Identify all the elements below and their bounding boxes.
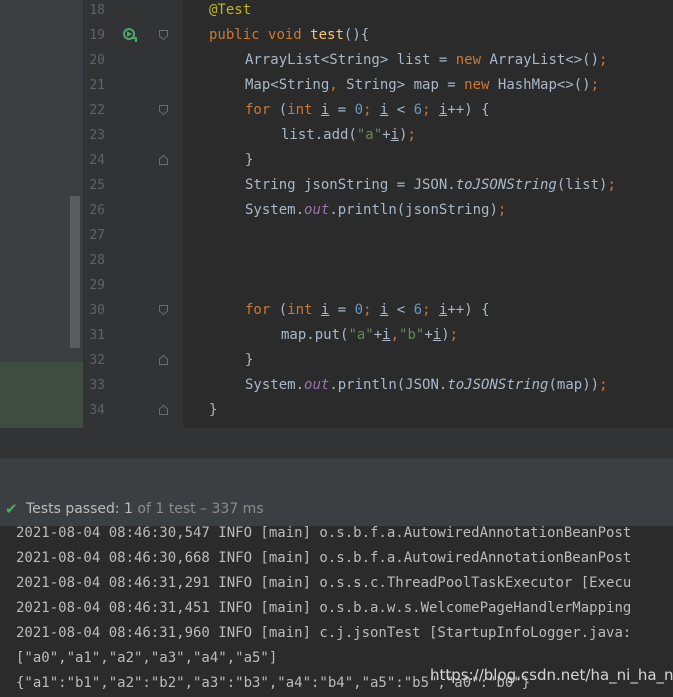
- tests-passed-count: 1: [124, 501, 133, 517]
- fold-marker-icon[interactable]: [159, 155, 168, 165]
- code-line[interactable]: 23 list.add("a"+i);: [83, 123, 673, 148]
- line-number: 29: [89, 278, 105, 293]
- line-number: 19: [89, 28, 105, 43]
- selected-file-highlight: [0, 362, 83, 438]
- fold-marker-icon[interactable]: [159, 305, 168, 315]
- code-line[interactable]: 25 String jsonString = JSON.toJSONString(…: [83, 173, 673, 198]
- code-text: ArrayList<String> list = new ArrayList<>…: [245, 52, 608, 68]
- project-panel: [0, 0, 83, 458]
- line-number: 28: [89, 253, 105, 268]
- fold-marker-icon[interactable]: [159, 405, 168, 415]
- line-number: 31: [89, 328, 105, 343]
- code-line[interactable]: 34}: [83, 398, 673, 423]
- line-number: 30: [89, 303, 105, 318]
- line-number: 23: [89, 128, 105, 143]
- code-text: }: [245, 352, 254, 368]
- line-number: 26: [89, 203, 105, 218]
- code-line[interactable]: 26 System.out.println(jsonString);: [83, 198, 673, 223]
- line-number: 20: [89, 53, 105, 68]
- run-test-icon[interactable]: [122, 27, 138, 43]
- tests-passed-label: Tests passed:: [26, 501, 125, 517]
- fold-marker-icon[interactable]: [159, 355, 168, 365]
- console-line: 2021-08-04 08:46:31,960 INFO [main] c.j.…: [16, 625, 632, 641]
- code-text: String jsonString = JSON.toJSONString(li…: [245, 177, 616, 193]
- code-line[interactable]: 32}: [83, 348, 673, 373]
- code-line[interactable]: 33 System.out.println(JSON.toJSONString(m…: [83, 373, 673, 398]
- line-number: 22: [89, 103, 105, 118]
- code-text: for (int i = 0; i < 6; i++) {: [245, 102, 490, 118]
- code-line[interactable]: 22 for (int i = 0; i < 6; i++) {: [83, 98, 673, 123]
- console-line: 2021-08-04 08:46:30,668 INFO [main] o.s.…: [16, 550, 632, 566]
- code-text: }: [209, 402, 218, 418]
- code-line[interactable]: 21 Map<String, String> map = new HashMap<…: [83, 73, 673, 98]
- line-number: 27: [89, 228, 105, 243]
- line-number: 21: [89, 78, 105, 93]
- code-text: System.out.println(jsonString);: [245, 202, 507, 218]
- code-text: @Test: [209, 2, 252, 18]
- code-line[interactable]: 20 ArrayList<String> list = new ArrayList…: [83, 48, 673, 73]
- test-status-bar: ✔ Tests passed: 1 of 1 test – 337 ms: [0, 492, 673, 526]
- code-text: map.put("a"+i,"b"+i);: [281, 327, 459, 343]
- tests-detail: of 1 test – 337 ms: [132, 501, 264, 517]
- fold-marker-icon[interactable]: [159, 105, 168, 115]
- code-text: System.out.println(JSON.toJSONString(map…: [245, 377, 608, 393]
- line-number: 25: [89, 178, 105, 193]
- line-number: 34: [89, 403, 105, 418]
- line-number: 18: [89, 3, 105, 18]
- code-line[interactable]: 29: [83, 273, 673, 298]
- console-output-list: ["a0","a1","a2","a3","a4","a5"]: [16, 650, 278, 666]
- console-line: 2021-08-04 08:46:31,451 INFO [main] o.s.…: [16, 600, 632, 616]
- test-status-text: Tests passed: 1 of 1 test – 337 ms: [26, 492, 264, 526]
- code-line[interactable]: 24}: [83, 148, 673, 173]
- code-line[interactable]: 30 for (int i = 0; i < 6; i++) {: [83, 298, 673, 323]
- code-text: }: [245, 152, 254, 168]
- code-line[interactable]: 31 map.put("a"+i,"b"+i);: [83, 323, 673, 348]
- code-editor[interactable]: 18 @Test 19 public void test(){ 20 ArrayList<…: [83, 0, 673, 428]
- check-icon: ✔: [5, 500, 18, 518]
- line-number: 24: [89, 153, 105, 168]
- console-line: 2021-08-04 08:46:30,547 INFO [main] o.s.…: [16, 526, 632, 541]
- watermark-text: https://blog.csdn.net/ha_ni_ha_ni: [430, 666, 673, 684]
- line-number: 32: [89, 353, 105, 368]
- code-text: public void test(){: [209, 27, 370, 43]
- code-text: Map<String, String> map = new HashMap<>(…: [245, 77, 600, 93]
- code-line[interactable]: 27: [83, 223, 673, 248]
- tool-window-header: [0, 458, 673, 492]
- line-number: 33: [89, 378, 105, 393]
- project-panel-scrollbar[interactable]: [70, 196, 80, 348]
- code-line[interactable]: 19 public void test(){: [83, 23, 673, 48]
- code-line[interactable]: 18 @Test: [83, 0, 673, 23]
- fold-marker-icon[interactable]: [159, 30, 168, 40]
- editor-bottom-strip: [0, 428, 673, 458]
- console-line: 2021-08-04 08:46:31,291 INFO [main] o.s.…: [16, 575, 632, 591]
- code-text: for (int i = 0; i < 6; i++) {: [245, 302, 490, 318]
- code-line[interactable]: 28: [83, 248, 673, 273]
- code-text: list.add("a"+i);: [281, 127, 416, 143]
